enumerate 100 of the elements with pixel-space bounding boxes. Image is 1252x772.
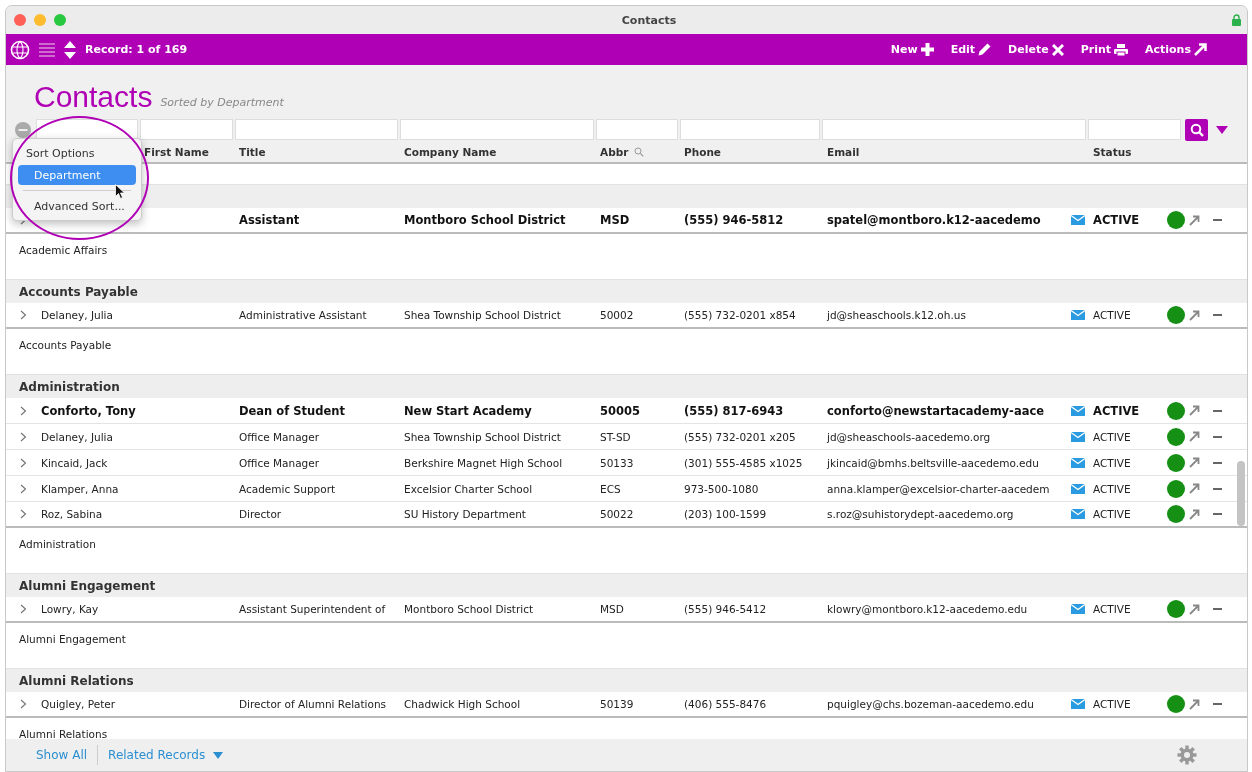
toolbar-button[interactable]: New [890, 43, 934, 56]
toolbar-button[interactable]: Actions [1145, 43, 1207, 56]
title-cell-text: Assistant [239, 213, 301, 227]
company-cell-text: SU History Department [404, 508, 527, 520]
list-icon[interactable] [39, 42, 55, 57]
status-dot [1167, 695, 1185, 713]
chevron-icon[interactable] [20, 310, 27, 320]
printer-icon [1114, 43, 1128, 56]
column-header[interactable]: Company Name [404, 145, 497, 158]
title-cell-text: Academic Support [239, 482, 337, 495]
envelope-icon[interactable] [1071, 604, 1085, 614]
remove-circle-icon[interactable] [15, 121, 31, 138]
envelope-icon[interactable] [1071, 215, 1085, 225]
column-header[interactable]: Phone [684, 145, 721, 158]
envelope-icon[interactable] [1071, 509, 1085, 519]
diagonal-arrow-icon[interactable] [1189, 698, 1200, 710]
company-cell-text: Berkshire Magnet High School [404, 456, 564, 469]
group-title: Administration [19, 379, 120, 394]
toolbar-button[interactable]: Edit [950, 43, 992, 56]
email-cell-text: spatel@montboro.k12-aacedemo [827, 213, 1042, 227]
status-dot [1167, 453, 1185, 472]
status-dot [1167, 211, 1185, 229]
company-cell-text: New Start Academy [404, 403, 533, 418]
contact-row[interactable]: Quigley, Peter Director of Alumni Relations Chadwick High School 50139 (406) 555-8476 pquigley@chs.bozeman-aacedemo.edu ACTIVE [6, 692, 1247, 718]
minus-icon[interactable] [1213, 435, 1222, 438]
globe-icon[interactable] [10, 39, 30, 60]
envelope-icon[interactable] [1071, 405, 1085, 416]
envelope-icon[interactable] [1071, 699, 1085, 709]
diagonal-arrow-icon[interactable] [1189, 405, 1200, 416]
contact-row[interactable]: Roz, Sabina Director SU History Department 50022 (203) 100-1599 s.roz@suhistorydept-aacedemo.org ACTIVE [6, 502, 1247, 528]
contact-row[interactable]: Lowry, Kay Assistant Superintendent of Montboro School District MSD (555) 946-5412 klowry@montboro.k12-aacedemo.edu ACTIVE [6, 597, 1247, 623]
chevron-icon[interactable] [20, 699, 27, 709]
name-cell-text: Roz, Sabina [41, 508, 104, 520]
diagonal-arrow-icon[interactable] [1189, 508, 1200, 520]
email-cell-text: anna.klamper@excelsior-charter-aacedem [827, 482, 1051, 495]
toolbar-button[interactable]: Print [1080, 43, 1128, 56]
scrollbar-thumb[interactable] [1237, 461, 1245, 526]
menu-heading: Sort Options [25, 147, 96, 162]
chevron-icon[interactable] [20, 509, 27, 519]
gear-icon[interactable] [1177, 745, 1197, 765]
company-cell-text: Chadwick High School [404, 698, 522, 710]
toolbar-button[interactable]: Delete [1008, 43, 1064, 56]
chevron-icon[interactable] [20, 604, 27, 614]
status-cell-text: ACTIVE [1093, 309, 1132, 321]
envelope-icon[interactable] [1071, 457, 1085, 468]
chevron-icon[interactable] [20, 431, 27, 442]
caret-icon[interactable] [1216, 125, 1228, 134]
name-cell-text: Delaney, Julia [41, 309, 114, 321]
diagonal-arrow-icon[interactable] [1189, 603, 1200, 615]
filter-field[interactable] [596, 119, 678, 140]
column-header[interactable]: Title [239, 145, 266, 158]
status-dot [1167, 600, 1185, 618]
name-cell-text: Lowry, Kay [41, 603, 100, 615]
status-cell-text: ACTIVE [1093, 213, 1141, 227]
diagonal-arrow-icon[interactable] [1189, 309, 1200, 321]
column-header[interactable]: Email [827, 145, 860, 158]
name-cell-text: Conforto, Tony [41, 403, 137, 418]
company-cell-text: Montboro School District [404, 603, 535, 615]
close-button[interactable] [14, 14, 26, 26]
filter-field[interactable] [1088, 119, 1181, 140]
company-cell-text: Shea Township School District [404, 430, 562, 443]
email-cell-text: conforto@newstartacademy-aace [827, 403, 1046, 418]
status-dot [1167, 306, 1185, 324]
email-cell-text: jd@sheaschools-aacedemo.org [827, 430, 992, 443]
abbr-cell-text: MSD [600, 603, 625, 615]
diagonal-arrow-icon[interactable] [1189, 483, 1200, 494]
phone-cell-text: (301) 555-4585 x1025 [684, 456, 804, 469]
diagonal-arrow-icon[interactable] [1189, 457, 1200, 468]
chevron-icon[interactable] [20, 405, 27, 416]
diagonal-arrow-icon[interactable] [1189, 431, 1200, 442]
up-down-arrows-icon[interactable] [64, 40, 76, 59]
status-dot [1167, 479, 1185, 498]
envelope-icon[interactable] [1071, 431, 1085, 442]
filter-field[interactable] [235, 119, 398, 140]
minus-icon[interactable] [1213, 461, 1222, 464]
chevron-icon[interactable] [20, 457, 27, 468]
contact-row[interactable]: Delaney, Julia Administrative Assistant Shea Township School District 50002 (555) 732-0201 x854 jd@sheaschools.k12.oh.us ACTIVE [6, 303, 1247, 329]
search-icon[interactable] [634, 146, 645, 157]
chevron-icon[interactable] [20, 483, 27, 494]
filter-field[interactable] [140, 119, 233, 140]
filter-field[interactable] [680, 119, 820, 140]
phone-cell-text: 973-500-1080 [684, 482, 760, 495]
title-cell-text: Administrative Assistant [239, 309, 368, 321]
envelope-icon[interactable] [1071, 310, 1085, 320]
status-dot [1167, 427, 1185, 446]
minus-icon[interactable] [1213, 409, 1222, 412]
filter-field[interactable] [822, 119, 1086, 140]
title-cell-text: Director of Alumni Relations [239, 698, 388, 710]
diagonal-arrow-icon[interactable] [1189, 214, 1200, 226]
envelope-icon[interactable] [1071, 483, 1085, 494]
column-header[interactable]: Status [1093, 145, 1132, 158]
column-header[interactable]: First Name [144, 145, 209, 158]
company-cell-text: Shea Township School District [404, 309, 562, 321]
zoom-button[interactable] [54, 14, 66, 26]
minus-icon[interactable] [1213, 487, 1222, 490]
column-header[interactable]: Abbr [600, 145, 629, 158]
phone-cell-text: (406) 555-8476 [684, 698, 768, 710]
email-cell-text: klowry@montboro.k12-aacedemo.edu [827, 603, 1029, 615]
filter-field[interactable] [400, 119, 594, 140]
search-button[interactable] [1185, 118, 1208, 141]
